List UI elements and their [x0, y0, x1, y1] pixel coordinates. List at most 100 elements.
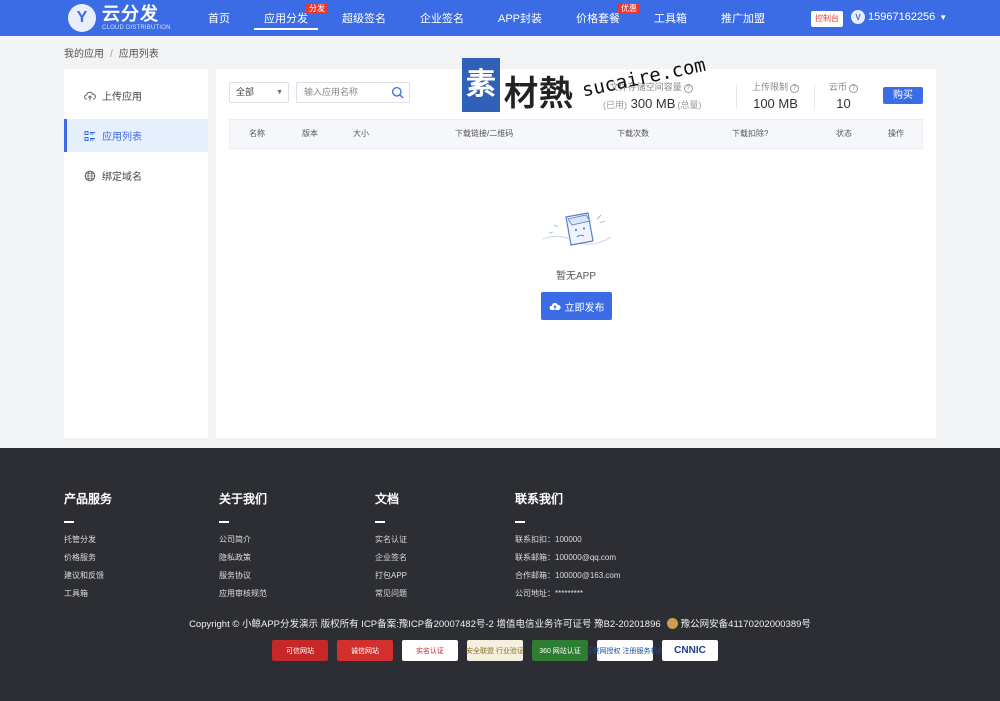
help-icon[interactable]: ?	[790, 84, 800, 93]
sidebar-item-label: 应用列表	[102, 132, 142, 143]
trust-badge[interactable]: 诚信网站	[337, 640, 393, 661]
column-header-status: 状态	[836, 129, 852, 138]
footer-link[interactable]: 隐私政策	[219, 549, 267, 567]
sidebar-item-label: 绑定域名	[102, 172, 142, 183]
footer-column-contact: 联系我们 联系扣扣：100000 联系邮箱：100000@qq.com 合作邮箱…	[515, 490, 621, 603]
copyright-text: Copyright © 小鲸APP分发演示 版权所有 ICP备案:豫ICP备20…	[189, 619, 661, 630]
caret-down-icon: ▼	[276, 89, 283, 96]
footer-link[interactable]: 服务协议	[219, 567, 267, 585]
list-icon	[84, 130, 96, 142]
nav-item-home[interactable]: 首页	[198, 0, 240, 36]
column-header-download-link: 下载链接/二维码	[455, 129, 514, 138]
app-table-header: 名称 版本 大小 下载链接/二维码 下载次数 下载扣除? 状态 操作	[229, 119, 923, 149]
watermark-box: 素	[462, 58, 500, 112]
watermark: 素 材熱 sucaire.com	[462, 54, 712, 122]
sidebar: 上传应用 应用列表 绑定域名	[64, 69, 208, 438]
console-button[interactable]: 控制台	[811, 11, 843, 27]
police-record[interactable]: 豫公网安备41170202000389号	[681, 619, 811, 630]
footer-column-title: 关于我们	[219, 492, 268, 506]
breadcrumb-current: 应用列表	[118, 49, 159, 60]
search-icon[interactable]	[391, 86, 404, 106]
divider	[736, 85, 737, 109]
nav-item-super-signature[interactable]: 超级签名	[332, 0, 396, 36]
sidebar-item-app-list[interactable]: 应用列表	[64, 119, 208, 152]
footer-link[interactable]: 常见问题	[375, 585, 407, 603]
coins-value: 10	[836, 96, 851, 111]
buy-button[interactable]: 购买	[883, 87, 923, 104]
trust-badge[interactable]: 实名认证	[402, 640, 458, 661]
brand-logo[interactable]: Y 云分发 CLOUD DISTRIBUTION	[68, 4, 171, 32]
status-filter-select[interactable]: 全部 ▼	[229, 82, 289, 103]
nav-item-affiliate[interactable]: 推广加盟	[711, 0, 775, 36]
trust-badge[interactable]: CNNIC	[662, 640, 718, 661]
site-footer: 产品服务 托管分发 价格服务 建议和反馈 工具箱 关于我们 公司简介 隐私政策 …	[0, 448, 1000, 701]
cloud-upload-icon	[84, 90, 96, 102]
nav-badge: 优惠	[618, 3, 641, 14]
company-address: 公司地址：*********	[515, 589, 584, 598]
footer-link[interactable]: 应用审核规范	[219, 585, 267, 603]
nav-item-app-distribution[interactable]: 应用分发 分发	[254, 0, 328, 36]
nav-label: 工具箱	[654, 13, 688, 25]
nav-badge: 分发	[306, 3, 328, 14]
trust-badge[interactable]: 可信网站	[272, 640, 328, 661]
publish-label: 立即发布	[564, 302, 605, 314]
footer-column-products: 产品服务 托管分发 价格服务 建议和反馈 工具箱	[64, 490, 112, 603]
user-phone: 15967162256	[868, 11, 936, 23]
nav-label: 超级签名	[342, 13, 386, 25]
globe-icon	[84, 170, 96, 182]
main-nav: 首页 应用分发 分发 超级签名 企业签名 APP封装 价格套餐 优惠 工具箱 推广加…	[198, 0, 789, 36]
chevron-down-icon: ▼	[939, 12, 948, 22]
upload-limit-label-row: 上传限制?	[752, 80, 800, 93]
coins-label: 云币	[829, 82, 848, 92]
trust-badge[interactable]: 安全联盟 行业验证	[466, 640, 524, 661]
contact-qq: 联系扣扣：100000	[515, 535, 582, 544]
footer-column-title: 文档	[375, 492, 400, 506]
footer-link[interactable]: 建议和反馈	[64, 567, 112, 585]
nav-item-pricing[interactable]: 价格套餐 优惠	[566, 0, 641, 36]
sidebar-item-bind-domain[interactable]: 绑定域名	[64, 159, 208, 192]
filter-value: 全部	[236, 87, 255, 97]
footer-link[interactable]: 价格服务	[64, 549, 112, 567]
footer-link[interactable]: 打包APP	[375, 567, 407, 585]
nav-item-toolbox[interactable]: 工具箱	[644, 0, 697, 36]
contact-email: 联系邮箱：100000@qq.com	[515, 553, 617, 562]
app-search-input[interactable]: 输入应用名称	[296, 82, 410, 103]
column-header-download-count: 下载次数	[617, 129, 649, 138]
trust-badge[interactable]: 360 网站认证	[532, 640, 588, 661]
column-header-download-deduct: 下载扣除?	[732, 129, 769, 138]
empty-box-illustration	[542, 212, 612, 246]
footer-link[interactable]: 公司简介	[219, 531, 267, 549]
police-badge-icon	[666, 618, 678, 629]
footer-column-docs: 文档 实名认证 企业签名 打包APP 常见问题	[375, 490, 407, 603]
publish-now-button[interactable]: 立即发布	[541, 292, 612, 320]
watermark-url: sucaire.com	[580, 53, 708, 102]
footer-column-title: 产品服务	[64, 492, 113, 506]
upload-limit-value: 100 MB	[753, 96, 798, 111]
trust-badge[interactable]: 互联网授权 注册服务机构	[586, 640, 664, 661]
nav-label: 推广加盟	[721, 13, 766, 25]
breadcrumb-root[interactable]: 我的应用	[64, 49, 104, 60]
column-header-size: 大小	[353, 129, 369, 138]
nav-item-enterprise-signature[interactable]: 企业签名	[410, 0, 474, 36]
nav-item-app-packaging[interactable]: APP封装	[488, 0, 552, 36]
sidebar-item-upload-app[interactable]: 上传应用	[64, 79, 208, 112]
user-menu[interactable]: V 15967162256 ▼	[851, 10, 947, 24]
footer-link[interactable]: 工具箱	[64, 585, 112, 603]
coins-stat: 云币? 10	[829, 80, 859, 111]
footer-column-title: 联系我们	[515, 492, 564, 506]
avatar: V	[851, 10, 865, 24]
nav-label: 应用分发	[264, 13, 308, 25]
breadcrumb: 我的应用 / 应用列表	[64, 45, 159, 60]
help-icon[interactable]: ?	[849, 84, 859, 93]
nav-label: 首页	[208, 13, 230, 25]
footer-link[interactable]: 实名认证	[375, 531, 407, 549]
footer-title-underline	[375, 521, 385, 523]
footer-link[interactable]: 托管分发	[64, 531, 112, 549]
upload-limit-label: 上传限制	[752, 82, 789, 92]
footer-column-about: 关于我们 公司简介 隐私政策 服务协议 应用审核规范	[219, 490, 267, 603]
breadcrumb-separator: /	[110, 49, 113, 60]
sidebar-item-label: 上传应用	[102, 92, 142, 103]
divider	[814, 85, 815, 109]
brand-name: 云分发	[102, 4, 159, 24]
footer-link[interactable]: 企业签名	[375, 549, 407, 567]
